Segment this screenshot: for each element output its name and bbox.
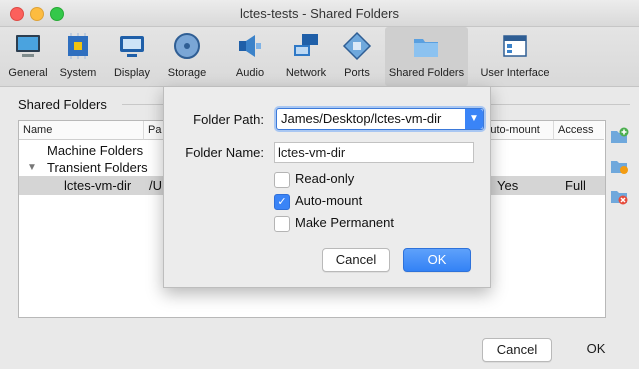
- display-icon: [120, 36, 144, 57]
- toolbar-user-interface-label: User Interface: [480, 67, 550, 79]
- folder-name-label: Folder Name:: [185, 145, 264, 160]
- cell-path: /U: [149, 178, 162, 193]
- toolbar-audio[interactable]: Audio: [228, 27, 272, 86]
- network-icon: [294, 34, 318, 56]
- toolbar-audio-label: Audio: [235, 67, 265, 79]
- add-share-dialog: Folder Path: James/Desktop/lctes-vm-dir …: [163, 86, 491, 288]
- settings-toolbar: General System Display Storage Audio Net…: [0, 27, 639, 87]
- make-permanent-checkbox[interactable]: [274, 216, 290, 232]
- edit-shared-folder-icon[interactable]: [609, 156, 629, 176]
- cell-name: lctes-vm-dir: [64, 178, 132, 193]
- toolbar-storage-label: Storage: [167, 67, 207, 79]
- disclosure-triangle-icon[interactable]: ▼: [27, 158, 37, 177]
- cell-automount: Yes: [497, 178, 519, 193]
- row-label: Transient Folders: [47, 160, 148, 175]
- ok-button[interactable]: OK: [562, 338, 630, 360]
- toolbar-display-label: Display: [113, 67, 151, 79]
- auto-mount-checkbox[interactable]: ✓: [274, 194, 290, 210]
- speaker-icon: [239, 35, 261, 57]
- folder-icon: [414, 39, 438, 57]
- column-header-name[interactable]: Name: [19, 121, 144, 140]
- cancel-button[interactable]: Cancel: [482, 338, 552, 362]
- read-only-checkbox[interactable]: [274, 172, 290, 188]
- toolbar-network[interactable]: Network: [281, 27, 331, 86]
- shared-folders-group-title: Shared Folders: [18, 97, 107, 112]
- ui-window-icon: [503, 35, 527, 57]
- folder-path-value: James/Desktop/lctes-vm-dir: [281, 111, 442, 126]
- toolbar-display[interactable]: Display: [106, 27, 158, 86]
- read-only-label: Read-only: [295, 171, 355, 186]
- toolbar-network-label: Network: [285, 67, 327, 79]
- ports-icon: [342, 31, 372, 61]
- disk-icon: [174, 33, 200, 59]
- folder-name-field[interactable]: lctes-vm-dir: [274, 142, 474, 163]
- folder-path-label: Folder Path:: [193, 112, 264, 127]
- toolbar-user-interface[interactable]: User Interface: [476, 27, 554, 86]
- toolbar-shared-folders[interactable]: Shared Folders: [385, 27, 468, 86]
- toolbar-ports[interactable]: Ports: [333, 27, 381, 86]
- toolbar-ports-label: Ports: [344, 67, 370, 79]
- window-title: lctes-tests - Shared Folders: [240, 6, 399, 21]
- dialog-ok-button[interactable]: OK: [403, 248, 471, 272]
- toolbar-storage[interactable]: Storage: [160, 27, 214, 86]
- toolbar-system-label: System: [59, 67, 97, 79]
- remove-shared-folder-icon[interactable]: [609, 186, 629, 206]
- toolbar-general[interactable]: General: [6, 27, 50, 86]
- toolbar-shared-folders-label: Shared Folders: [388, 67, 465, 79]
- toolbar-system[interactable]: System: [54, 27, 102, 86]
- cell-access: Full: [565, 178, 586, 193]
- dialog-cancel-button[interactable]: Cancel: [322, 248, 390, 272]
- folder-path-combobox[interactable]: James/Desktop/lctes-vm-dir ▼: [276, 108, 484, 130]
- chevron-down-icon[interactable]: ▼: [465, 109, 483, 129]
- monitor-icon: [16, 35, 40, 57]
- auto-mount-label: Auto-mount: [295, 193, 363, 208]
- chip-icon: [68, 33, 88, 59]
- add-shared-folder-icon[interactable]: [609, 126, 629, 146]
- column-header-access[interactable]: Access: [554, 121, 604, 140]
- toolbar-general-label: General: [8, 67, 48, 79]
- make-permanent-label: Make Permanent: [295, 215, 394, 230]
